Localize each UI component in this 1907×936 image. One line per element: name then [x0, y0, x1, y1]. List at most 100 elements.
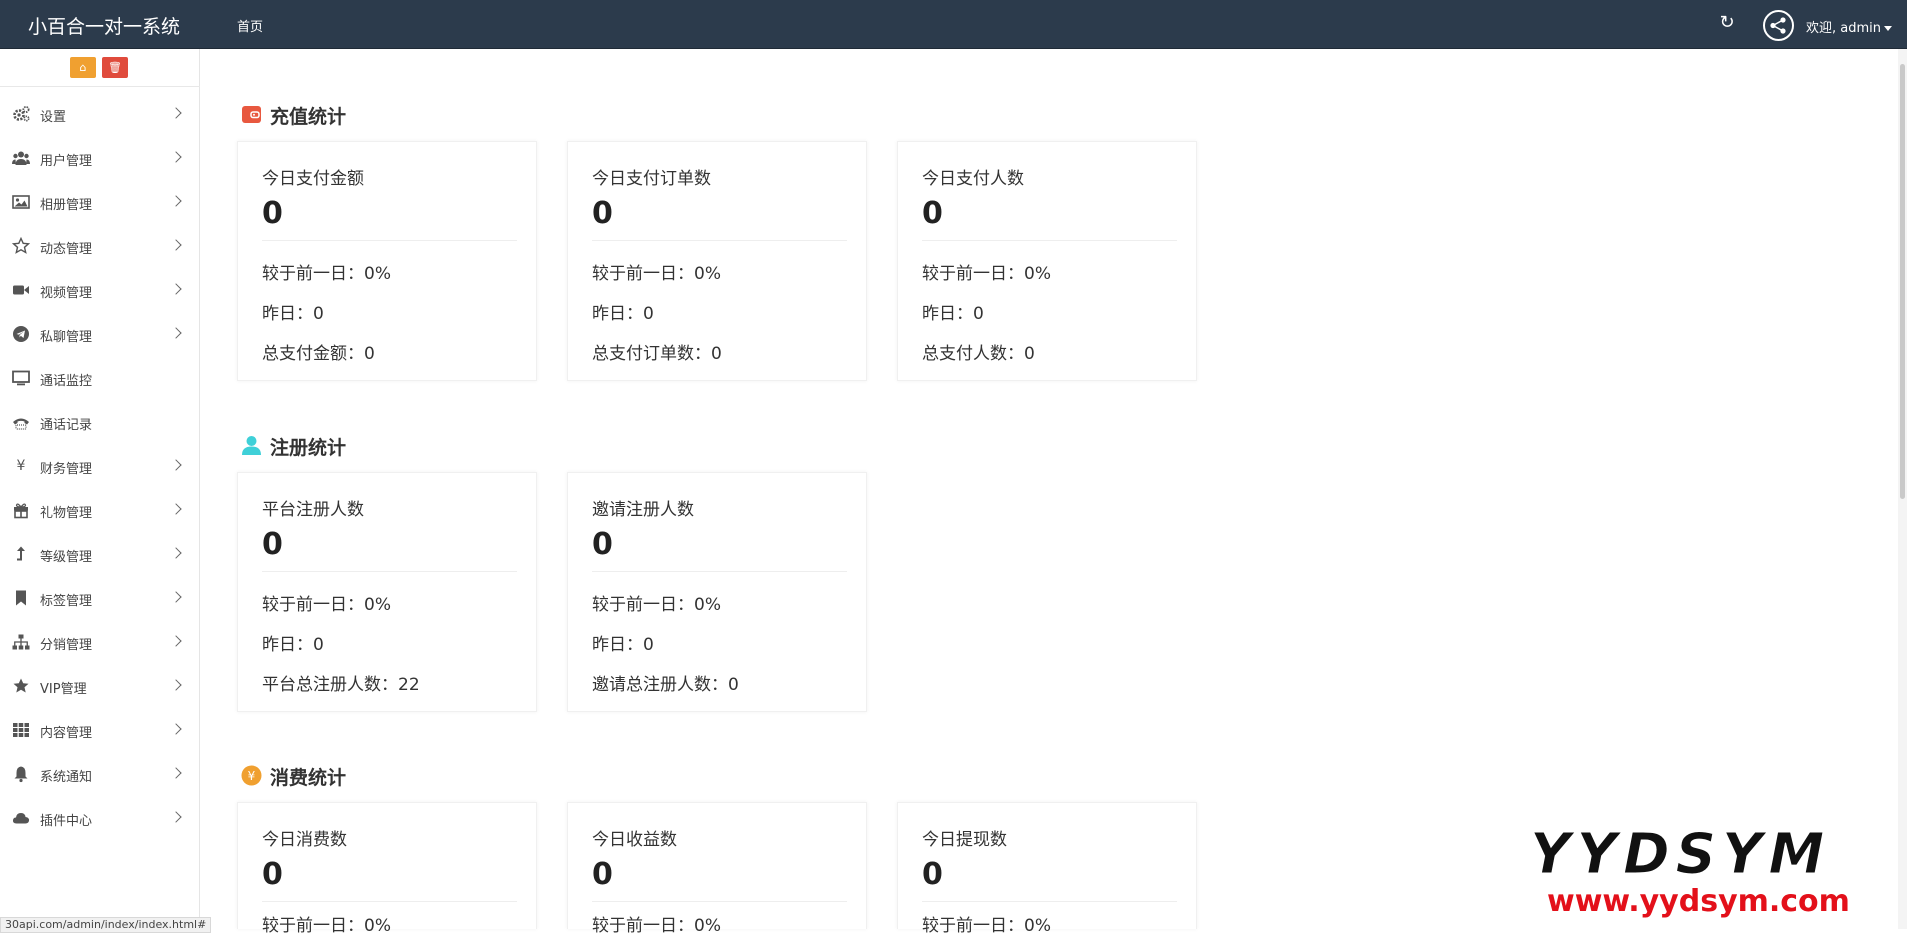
chevron-right-icon: [170, 503, 182, 515]
watermark-logo-text: YYDSYM: [1529, 822, 1831, 888]
top-navbar: 小百合一对一系统 首页 ↻ 欢迎, admin: [0, 0, 1907, 49]
coin-yen-icon: ¥: [241, 765, 262, 786]
svg-text:¥: ¥: [248, 769, 256, 783]
sidebar-item-content[interactable]: 内容管理: [0, 708, 200, 752]
card-total: 总支付订单数：0: [592, 344, 722, 364]
home-icon: ⌂: [79, 61, 87, 74]
card-yesterday: 昨日：0: [922, 304, 984, 324]
gift-icon: [14, 503, 28, 519]
phone-icon: [13, 418, 29, 430]
sidebar-item-label: 私聊管理: [40, 330, 93, 345]
card-compare: 较于前一日：0%: [262, 916, 391, 936]
sidebar-item-users[interactable]: 用户管理: [0, 136, 200, 180]
card-compare: 较于前一日：0%: [922, 264, 1051, 284]
sidebar-item-call-records[interactable]: 通话记录: [0, 400, 200, 444]
grid-icon: [13, 723, 29, 737]
stat-card: 今日消费数 0 较于前一日：0%: [237, 802, 537, 936]
card-compare: 较于前一日：0%: [592, 264, 721, 284]
card-divider: [262, 240, 517, 241]
sidebar-item-settings[interactable]: 设置: [0, 92, 200, 136]
brand-title[interactable]: 小百合一对一系统: [28, 12, 180, 39]
card-title: 邀请注册人数: [592, 500, 694, 520]
scrollbar-thumb[interactable]: [1900, 64, 1905, 499]
sidebar-item-tags[interactable]: 标签管理: [0, 576, 200, 620]
image-icon: [12, 195, 30, 209]
watermark-url-text: www.yydsym.com: [1547, 884, 1850, 919]
card-title: 今日支付金额: [262, 169, 364, 189]
quick-actions: ⌂ 🗑: [0, 49, 200, 87]
card-total: 平台总注册人数：22: [262, 675, 420, 695]
star-icon: [13, 678, 29, 693]
card-total: 总支付人数：0: [922, 344, 1035, 364]
card-compare: 较于前一日：0%: [592, 916, 721, 936]
card-value: 0: [592, 196, 613, 231]
user-menu-toggle[interactable]: 欢迎, admin: [1806, 17, 1892, 36]
user-icon: [242, 436, 261, 455]
sidebar-item-levels[interactable]: 等级管理: [0, 532, 200, 576]
trash-icon: 🗑: [108, 61, 122, 74]
card-value: 0: [592, 857, 613, 892]
chevron-right-icon: [170, 723, 182, 735]
card-value: 0: [262, 527, 283, 562]
sidebar-item-vip[interactable]: VIP管理: [0, 664, 200, 708]
card-compare: 较于前一日：0%: [262, 264, 391, 284]
video-camera-icon: [13, 285, 29, 295]
card-title: 今日消费数: [262, 830, 347, 850]
welcome-text: 欢迎, admin: [1806, 21, 1881, 36]
sidebar-item-call-monitor[interactable]: 通话监控: [0, 356, 200, 400]
stat-card: 今日支付人数 0 较于前一日：0% 昨日：0 总支付人数：0: [897, 141, 1197, 381]
sidebar-item-finance[interactable]: ¥ 财务管理: [0, 444, 200, 488]
sidebar-item-label: 分销管理: [40, 638, 93, 653]
chevron-right-icon: [170, 635, 182, 647]
sidebar-item-label: VIP管理: [40, 682, 87, 697]
sidebar-item-label: 礼物管理: [40, 506, 93, 521]
card-title: 今日收益数: [592, 830, 677, 850]
clear-cache-button[interactable]: 🗑: [102, 57, 128, 78]
bookmark-icon: [16, 590, 26, 606]
chevron-right-icon: [170, 107, 182, 119]
monitor-icon: [12, 370, 30, 386]
home-button[interactable]: ⌂: [70, 57, 96, 78]
stat-card: 今日支付金额 0 较于前一日：0% 昨日：0 总支付金额：0: [237, 141, 537, 381]
sidebar-item-gifts[interactable]: 礼物管理: [0, 488, 200, 532]
card-total: 总支付金额：0: [262, 344, 375, 364]
card-value: 0: [262, 196, 283, 231]
card-compare: 较于前一日：0%: [922, 916, 1051, 936]
sidebar-item-label: 设置: [40, 110, 67, 125]
cloud-icon: [12, 813, 30, 824]
card-title: 今日提现数: [922, 830, 1007, 850]
chevron-right-icon: [170, 811, 182, 823]
sidebar-item-label: 相册管理: [40, 198, 93, 213]
stat-card: 今日支付订单数 0 较于前一日：0% 昨日：0 总支付订单数：0: [567, 141, 867, 381]
card-yesterday: 昨日：0: [592, 304, 654, 324]
sidebar-item-moments[interactable]: 动态管理: [0, 224, 200, 268]
stat-card: 平台注册人数 0 较于前一日：0% 昨日：0 平台总注册人数：22: [237, 472, 537, 712]
sidebar-item-label: 用户管理: [40, 154, 93, 169]
chevron-right-icon: [170, 239, 182, 251]
sidebar-item-chat[interactable]: 私聊管理: [0, 312, 200, 356]
avatar[interactable]: [1763, 10, 1794, 41]
nav-home-link[interactable]: 首页: [237, 16, 263, 35]
chevron-right-icon: [170, 459, 182, 471]
sidebar-item-plugins[interactable]: 插件中心: [0, 796, 200, 840]
sidebar-item-label: 系统通知: [40, 770, 93, 785]
card-divider: [592, 571, 847, 572]
sidebar-item-label: 通话监控: [40, 374, 93, 389]
wallet-icon: [242, 106, 261, 123]
stat-card: 今日收益数 0 较于前一日：0%: [567, 802, 867, 936]
card-divider: [262, 901, 517, 902]
browser-status-bar: 30api.com/admin/index/index.html#: [0, 917, 212, 933]
card-value: 0: [922, 857, 943, 892]
card-compare: 较于前一日：0%: [262, 595, 391, 615]
sidebar-item-distribution[interactable]: 分销管理: [0, 620, 200, 664]
sidebar-item-label: 等级管理: [40, 550, 93, 565]
card-divider: [262, 571, 517, 572]
sidebar-item-videos[interactable]: 视频管理: [0, 268, 200, 312]
sidebar-item-albums[interactable]: 相册管理: [0, 180, 200, 224]
caret-down-icon: [1884, 26, 1892, 31]
sidebar-item-notifications[interactable]: 系统通知: [0, 752, 200, 796]
card-total: 邀请总注册人数：0: [592, 675, 739, 695]
refresh-icon[interactable]: ↻: [1716, 12, 1738, 34]
bell-icon: [14, 766, 28, 783]
sidebar-item-label: 财务管理: [40, 462, 93, 477]
